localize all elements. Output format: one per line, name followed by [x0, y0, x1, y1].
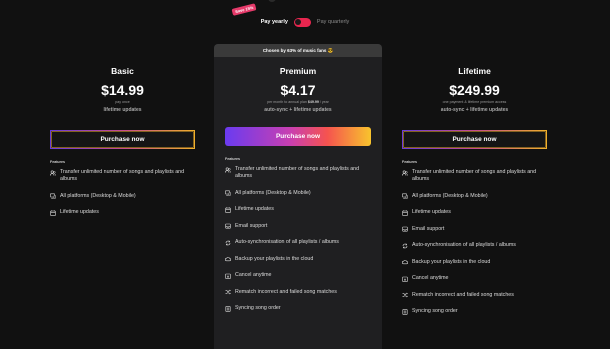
devices-icon [225, 190, 231, 196]
plan-card-lifetime: Lifetime $249.99 one payment & lifetime … [402, 66, 547, 325]
billing-toggle-row: Pay yearly Pay quarterly [0, 15, 610, 29]
feature-label: Syncing song order [235, 305, 281, 311]
feature-label: Rematch incorrect and failed song matche… [412, 291, 514, 298]
list-icon [225, 305, 231, 312]
cloud-icon [225, 256, 231, 262]
feature-label: All platforms (Desktop & Mobile) [235, 189, 311, 196]
feature-item: Cancel anytime [225, 272, 371, 279]
plan-name: Premium [279, 66, 317, 76]
features-heading: Features [402, 160, 417, 164]
feature-label: Rematch incorrect and failed song matche… [235, 288, 337, 295]
feature-label: Email support [235, 222, 268, 229]
feature-label: Lifetime updates [60, 209, 99, 215]
calendar-x-icon [402, 276, 408, 282]
feature-item: Transfer unlimited number of songs and p… [402, 169, 547, 183]
calendar-x-icon [225, 273, 231, 279]
cloud-icon [402, 259, 408, 265]
feature-label: All platforms (Desktop & Mobile) [412, 192, 488, 199]
promo-badge: Save 15% [231, 3, 257, 16]
plan-price: $14.99 [101, 82, 144, 98]
plan-price: $249.99 [449, 82, 500, 98]
shuffle-icon [402, 292, 408, 298]
pay-quarterly-label[interactable]: Pay quarterly [317, 19, 349, 25]
feature-item: Rematch incorrect and failed song matche… [225, 289, 371, 296]
feature-item: Transfer unlimited number of songs and p… [225, 166, 371, 180]
plan-price: $4.17 [280, 82, 316, 98]
feature-label: Transfer unlimited number of songs and p… [60, 169, 185, 182]
plan-name: Basic [111, 66, 134, 76]
feature-label: Backup your playlists in the cloud [412, 258, 491, 265]
calendar-icon [402, 209, 408, 216]
plan-price-note: pay once [115, 100, 130, 104]
feature-label: Syncing song order [412, 308, 458, 314]
feature-label: Cancel anytime [412, 275, 449, 281]
inbox-icon [225, 223, 231, 229]
plan-perk: auto-sync + lifetime updates [440, 107, 509, 113]
pay-yearly-label[interactable]: Pay yearly [261, 19, 288, 25]
toggle-knob [295, 19, 302, 25]
feature-label: Transfer unlimited number of songs and p… [412, 169, 537, 182]
feature-label: Lifetime updates [412, 209, 451, 215]
features-heading: Features [50, 160, 65, 164]
feature-item: Transfer unlimited number of songs and p… [50, 169, 195, 183]
feature-label: All platforms (Desktop & Mobile) [60, 192, 136, 199]
annual-price: $49.99 [307, 100, 319, 104]
features-heading: Features [225, 157, 240, 161]
feature-label: Email support [412, 225, 445, 232]
feature-item: All platforms (Desktop & Mobile) [225, 190, 371, 197]
price-note-suffix: / year [318, 100, 329, 104]
feature-item: Lifetime updates [50, 209, 195, 216]
users-icon [402, 169, 408, 176]
shuffle-icon [225, 289, 231, 295]
plan-name: Lifetime [458, 66, 491, 76]
sync-icon [402, 243, 408, 249]
feature-list: Transfer unlimited number of songs and p… [225, 166, 371, 312]
popular-banner: Chosen by 63% of music fans 😎 [214, 44, 382, 57]
feature-item: Backup your playlists in the cloud [402, 259, 547, 266]
inbox-icon [402, 226, 408, 232]
feature-item: Cancel anytime [402, 275, 547, 282]
list-icon [402, 308, 408, 315]
feature-list: Transfer unlimited number of songs and p… [50, 169, 195, 216]
feature-list: Transfer unlimited number of songs and p… [402, 169, 547, 315]
billing-period-toggle[interactable] [293, 17, 311, 27]
purchase-basic-button[interactable]: Purchase now [50, 130, 195, 149]
feature-item: Email support [402, 226, 547, 233]
plan-perk: lifetime updates [103, 107, 142, 113]
users-icon [225, 166, 231, 173]
sync-icon [225, 240, 231, 246]
calendar-icon [50, 209, 56, 216]
purchase-lifetime-button[interactable]: Purchase now [402, 130, 547, 149]
feature-label: Cancel anytime [235, 272, 272, 278]
plan-price-note: per month to annual plan $49.99 / year [225, 100, 371, 104]
feature-item: Syncing song order [402, 308, 547, 315]
feature-item: All platforms (Desktop & Mobile) [402, 193, 547, 200]
feature-item: Syncing song order [225, 305, 371, 312]
feature-item: Rematch incorrect and failed song matche… [402, 292, 547, 299]
plan-card-basic: Basic $14.99 pay once lifetime updates P… [50, 66, 195, 226]
feature-item: Email support [225, 223, 371, 230]
feature-label: Backup your playlists in the cloud [235, 255, 314, 262]
feature-label: Lifetime updates [235, 206, 274, 212]
feature-item: Backup your playlists in the cloud [225, 256, 371, 263]
feature-label: Auto-synchronisation of all playlists / … [235, 239, 339, 245]
top-decoration [268, 0, 276, 2]
plan-price-note: one payment & lifetime premium access [442, 100, 507, 104]
feature-item: All platforms (Desktop & Mobile) [50, 193, 195, 200]
users-icon [50, 169, 56, 176]
price-note-prefix: per month to annual plan [267, 100, 308, 104]
devices-icon [50, 193, 56, 199]
feature-item: Auto-synchronisation of all playlists / … [402, 242, 547, 249]
feature-item: Lifetime updates [402, 209, 547, 216]
plan-card-premium: Chosen by 63% of music fans 😎 Premium $4… [214, 44, 382, 349]
feature-label: Transfer unlimited number of songs and p… [235, 166, 360, 179]
feature-label: Auto-synchronisation of all playlists / … [412, 242, 516, 248]
purchase-premium-button[interactable]: Purchase now [225, 127, 371, 146]
calendar-icon [225, 206, 231, 213]
feature-item: Lifetime updates [225, 206, 371, 213]
feature-item: Auto-synchronisation of all playlists / … [225, 239, 371, 246]
devices-icon [402, 193, 408, 199]
plan-perk: auto-sync + lifetime updates [264, 107, 332, 113]
